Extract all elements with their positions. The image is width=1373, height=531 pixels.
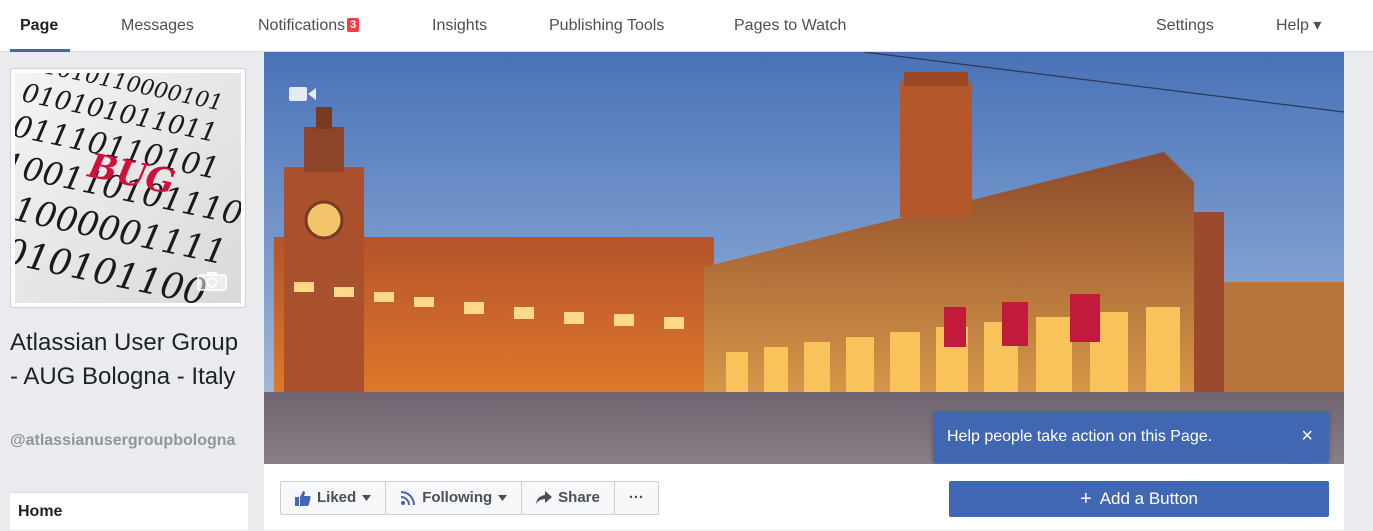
notifications-badge: 3 bbox=[347, 18, 360, 32]
page-actions-group: Liked Following Share ··· bbox=[280, 481, 659, 515]
tab-pages-to-watch[interactable]: Pages to Watch bbox=[734, 0, 846, 52]
cover-photo[interactable] bbox=[264, 52, 1344, 464]
sidebar-item-home-label: Home bbox=[18, 503, 63, 520]
tab-page-label: Page bbox=[20, 17, 59, 34]
profile-picture-card[interactable]: 11010110000101 010101011011 01110110101 … bbox=[10, 68, 246, 308]
settings-link[interactable]: Settings bbox=[1156, 0, 1214, 52]
thumbs-up-icon bbox=[295, 491, 311, 506]
tab-messages-label: Messages bbox=[121, 17, 194, 34]
tab-publishing-tools[interactable]: Publishing Tools bbox=[549, 0, 664, 52]
add-a-button[interactable]: + Add a Button bbox=[949, 481, 1329, 517]
share-arrow-icon bbox=[536, 491, 553, 504]
share-button[interactable]: Share bbox=[522, 482, 615, 514]
page-top-nav: Page Messages Notifications 3 Insights Pu… bbox=[0, 0, 1373, 52]
help-label: Help ▾ bbox=[1276, 17, 1322, 34]
tab-pages-to-watch-label: Pages to Watch bbox=[734, 17, 847, 34]
add-a-button-label: Add a Button bbox=[1099, 489, 1198, 508]
tab-notifications-label: Notifications bbox=[258, 17, 346, 34]
video-camera-icon[interactable] bbox=[288, 84, 318, 104]
close-icon[interactable]: × bbox=[1301, 425, 1313, 447]
add-button-tooltip: Help people take action on this Page. × bbox=[933, 411, 1329, 473]
page-username[interactable]: @atlassianusergroupbologna bbox=[10, 430, 246, 452]
share-label: Share bbox=[558, 489, 600, 506]
tab-insights[interactable]: Insights bbox=[432, 0, 487, 52]
settings-label: Settings bbox=[1156, 17, 1214, 34]
tab-insights-label: Insights bbox=[432, 17, 488, 34]
following-label: Following bbox=[422, 489, 493, 506]
page-title: Atlassian User Group - AUG Bologna - Ita… bbox=[10, 329, 239, 390]
liked-label: Liked bbox=[317, 489, 357, 506]
chevron-down-icon bbox=[498, 495, 508, 501]
tab-messages[interactable]: Messages bbox=[121, 0, 194, 52]
more-options-label: ··· bbox=[628, 489, 644, 506]
tab-notifications[interactable]: Notifications 3 bbox=[258, 0, 360, 52]
rss-icon bbox=[401, 491, 416, 506]
liked-button[interactable]: Liked bbox=[281, 482, 387, 514]
right-gutter bbox=[1344, 52, 1373, 530]
tooltip-text: Help people take action on this Page. bbox=[947, 428, 1213, 445]
help-menu[interactable]: Help ▾ bbox=[1276, 0, 1321, 52]
page-action-bar: Liked Following Share ··· + Add a Button bbox=[264, 464, 1344, 530]
sidebar-item-home[interactable]: Home bbox=[10, 492, 248, 530]
profile-picture[interactable]: 11010110000101 010101011011 01110110101 … bbox=[15, 73, 241, 303]
following-button[interactable]: Following bbox=[386, 482, 523, 514]
tab-publishing-tools-label: Publishing Tools bbox=[549, 17, 665, 34]
chevron-down-icon bbox=[362, 495, 372, 501]
tab-page[interactable]: Page bbox=[9, 0, 71, 52]
camera-icon[interactable] bbox=[197, 271, 227, 291]
plus-icon: + bbox=[1080, 488, 1092, 510]
more-options-button[interactable]: ··· bbox=[615, 482, 658, 514]
